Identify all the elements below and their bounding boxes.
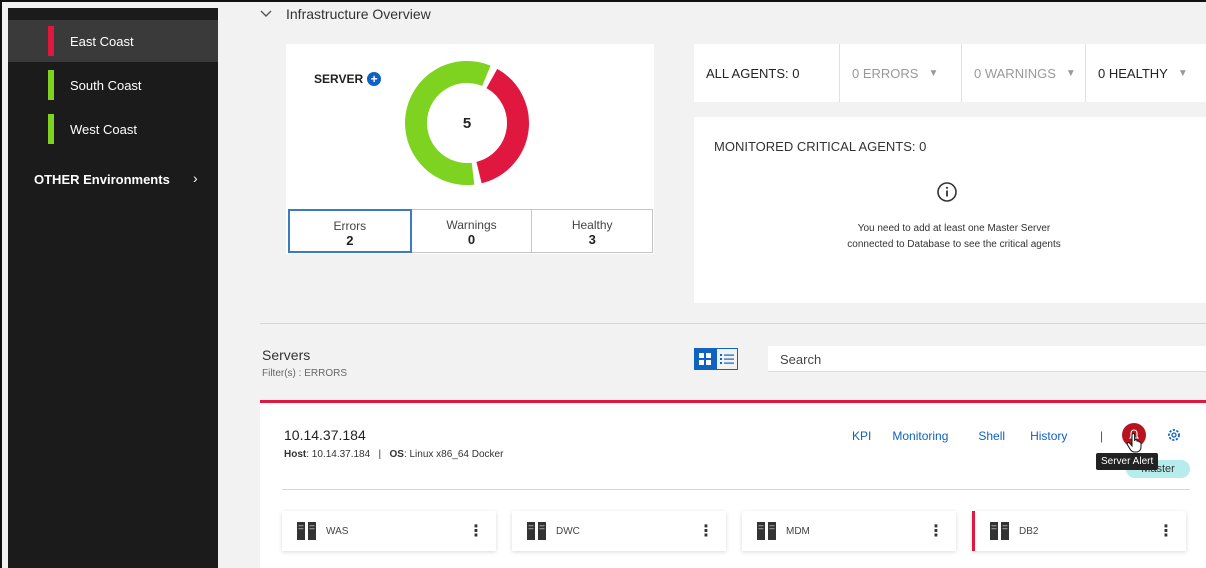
stat-label: Warnings [446,218,497,232]
server-donut-chart: 5 [404,60,530,186]
filter-label: ALL AGENTS: 0 [706,65,800,81]
server-rack-icon [297,522,316,540]
filter-all-agents[interactable]: ALL AGENTS: 0 [694,44,840,102]
more-options-icon[interactable]: ⋮ [1158,521,1174,541]
caret-down-icon: ▼ [1177,67,1188,79]
more-options-icon[interactable]: ⋮ [468,521,484,541]
monitoring-link[interactable]: Monitoring [892,429,948,443]
component-card-db2[interactable]: DB2 ⋮ [972,511,1186,551]
sidebar-item-label: OTHER Environments [34,172,170,187]
view-toggle [694,348,738,370]
message-line: connected to Database to see the critica… [847,239,1061,250]
divider [260,323,1206,324]
component-card-mdm[interactable]: MDM ⋮ [742,511,956,551]
info-icon [937,182,957,202]
section-title: Infrastructure Overview [286,6,431,22]
server-alert-tooltip: Server Alert [1096,453,1159,470]
sidebar-item-south-coast[interactable]: South Coast [8,64,218,106]
servers-title: Servers [262,347,311,363]
status-bar-healthy [48,70,54,100]
more-options-icon[interactable]: ⋮ [698,521,714,541]
links-separator: | [1100,429,1104,443]
list-icon [720,354,734,364]
filter-warnings[interactable]: 0 WARNINGS ▼ [962,44,1086,102]
host-value: : 10.14.37.184 [306,449,371,460]
filter-errors[interactable]: 0 ERRORS ▼ [840,44,962,102]
server-links: KPI Monitoring Shell History [852,429,1067,443]
shell-link[interactable]: Shell [978,429,1005,443]
critical-agents-message: You need to add at least one Master Serv… [824,221,1084,253]
server-divider [282,489,1190,490]
stat-errors[interactable]: Errors 2 [288,209,412,253]
component-name: WAS [326,525,349,537]
status-bar-healthy [48,114,54,144]
hand-cursor-icon [1126,433,1142,453]
stat-healthy[interactable]: Healthy 3 [532,209,654,253]
component-card-was[interactable]: WAS ⋮ [282,511,496,551]
gear-icon[interactable] [1166,427,1182,443]
server-title: SERVER + [314,72,382,86]
stat-label: Errors [333,219,367,233]
filter-healthy[interactable]: 0 HEALTHY ▼ [1086,44,1206,102]
stat-value: 3 [588,232,596,247]
stat-label: Healthy [571,218,613,232]
add-server-icon[interactable]: + [367,72,382,86]
server-summary-card: SERVER + 5 Errors 2 Warnings 0 Healthy 3 [286,44,654,254]
caret-down-icon: ▼ [928,67,939,79]
component-name: DB2 [1019,525,1039,537]
sidebar-item-label: West Coast [70,121,137,137]
os-value: : Linux x86_64 Docker [403,449,504,460]
caret-down-icon: ▼ [1065,67,1076,79]
chevron-down-icon [260,10,272,17]
filter-label: 0 WARNINGS [974,65,1056,81]
agent-filter-bar: ALL AGENTS: 0 0 ERRORS ▼ 0 WARNINGS ▼ 0 … [694,44,1206,102]
server-rack-icon [990,522,1009,540]
component-name: MDM [786,525,810,537]
filter-label: 0 ERRORS [852,65,919,81]
component-name: DWC [556,525,580,537]
server-name: 10.14.37.184 [284,427,366,443]
server-rack-icon [527,522,546,540]
section-header[interactable]: Infrastructure Overview [260,6,431,22]
stat-boxes: Errors 2 Warnings 0 Healthy 3 [288,209,654,253]
os-label: OS [389,449,404,460]
critical-agents-title: MONITORED CRITICAL AGENTS: 0 [714,139,927,154]
filter-label: 0 HEALTHY [1098,65,1168,81]
history-link[interactable]: History [1030,429,1067,443]
sidebar-item-label: South Coast [70,77,142,93]
server-meta: Host: 10.14.37.184 | OS: Linux x86_64 Do… [284,449,503,460]
sidebar-item-west-coast[interactable]: West Coast [8,108,218,150]
stat-warnings[interactable]: Warnings 0 [411,209,533,253]
sidebar: East Coast South Coast West Coast OTHER … [8,8,218,568]
servers-filter-label: Filter(s) : ERRORS [262,368,347,379]
meta-separator: | [378,449,382,460]
critical-agents-card: MONITORED CRITICAL AGENTS: 0 You need to… [694,117,1206,303]
stat-value: 0 [467,232,476,247]
kpi-link[interactable]: KPI [852,429,871,443]
server-panel: 10.14.37.184 Host: 10.14.37.184 | OS: Li… [260,400,1206,568]
donut-total: 5 [462,115,472,132]
list-view-button[interactable] [716,348,738,370]
host-label: Host [284,449,307,460]
server-rack-icon [757,522,776,540]
chevron-right-icon: › [193,170,198,186]
stat-value: 2 [346,233,354,248]
grid-icon [699,353,711,365]
server-label: SERVER [314,72,364,86]
status-bar-error [48,26,54,56]
component-row: WAS ⋮ DWC ⋮ MDM ⋮ DB2 ⋮ [282,511,1186,551]
grid-view-button[interactable] [694,348,716,370]
sidebar-item-other-environments[interactable]: OTHER Environments › [8,168,218,192]
message-line: You need to add at least one Master Serv… [857,223,1051,234]
search-input[interactable]: Search [768,346,1206,372]
more-options-icon[interactable]: ⋮ [928,521,944,541]
sidebar-item-east-coast[interactable]: East Coast [8,20,218,62]
component-card-dwc[interactable]: DWC ⋮ [512,511,726,551]
sidebar-item-label: East Coast [70,33,134,49]
